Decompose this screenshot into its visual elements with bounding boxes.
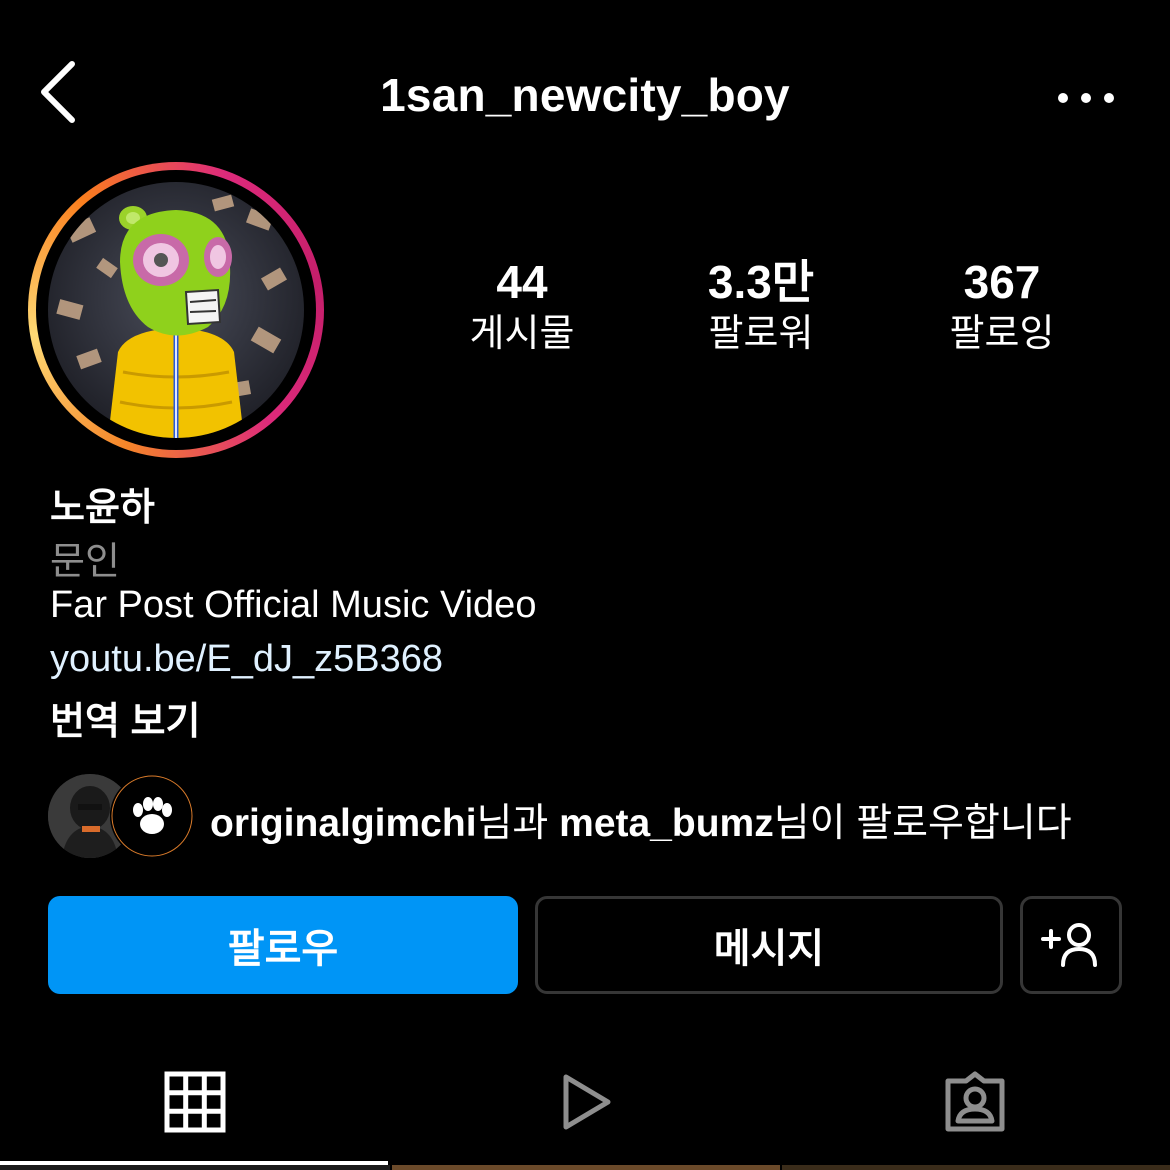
more-dot bbox=[1081, 93, 1091, 103]
mutual-follower-avatar[interactable] bbox=[110, 774, 194, 858]
following-count: 367 bbox=[963, 256, 1041, 308]
followed-by-text[interactable]: originalgimchi님과 meta_bumz님이 팔로우합니다 bbox=[210, 792, 1072, 848]
followers-label: 팔로워 bbox=[708, 313, 814, 355]
more-dot bbox=[1104, 93, 1114, 103]
posts-count: 44 bbox=[496, 256, 548, 308]
tab-reels[interactable] bbox=[540, 1060, 630, 1144]
followers-count: 3.3만 bbox=[707, 256, 815, 308]
tab-grid[interactable] bbox=[150, 1060, 240, 1144]
posts-label: 게시물 bbox=[469, 313, 575, 355]
tagged-icon bbox=[945, 1071, 1005, 1132]
stat-followers[interactable]: 3.3만 팔로워 bbox=[641, 256, 881, 360]
following-label: 팔로잉 bbox=[949, 313, 1055, 355]
followed-by-joiner: 님과 bbox=[476, 802, 560, 845]
post-grid-preview[interactable] bbox=[0, 1165, 1170, 1170]
see-translation-link[interactable]: 번역 보기 bbox=[50, 690, 200, 745]
paw-logo-icon bbox=[110, 774, 194, 858]
profile-avatar[interactable] bbox=[48, 182, 304, 438]
mutual-user-1[interactable]: originalgimchi bbox=[210, 802, 477, 845]
more-options-button[interactable] bbox=[1058, 88, 1114, 108]
avatar-illustration bbox=[48, 182, 304, 438]
profile-bio: Far Post Official Music Video bbox=[50, 584, 537, 626]
profile-name: 노윤하 bbox=[50, 487, 155, 529]
profile-category: 문인 bbox=[50, 541, 120, 583]
mutual-user-2[interactable]: meta_bumz bbox=[559, 802, 774, 845]
reels-icon bbox=[563, 1074, 611, 1130]
more-dot bbox=[1058, 93, 1068, 103]
suggested-users-button[interactable] bbox=[1020, 896, 1122, 994]
message-button[interactable]: 메시지 bbox=[535, 896, 1003, 994]
follow-button[interactable]: 팔로우 bbox=[48, 896, 518, 994]
add-user-icon bbox=[1041, 923, 1097, 967]
profile-username: 1san_newcity_boy bbox=[380, 69, 790, 121]
stat-posts: 44 게시물 bbox=[402, 256, 642, 360]
grid-icon bbox=[164, 1071, 226, 1133]
tab-tagged[interactable] bbox=[930, 1060, 1020, 1144]
stat-following[interactable]: 367 팔로잉 bbox=[882, 256, 1122, 360]
followed-by-suffix: 님이 팔로우합니다 bbox=[773, 802, 1072, 845]
profile-link[interactable]: youtu.be/E_dJ_z5B368 bbox=[50, 638, 443, 681]
